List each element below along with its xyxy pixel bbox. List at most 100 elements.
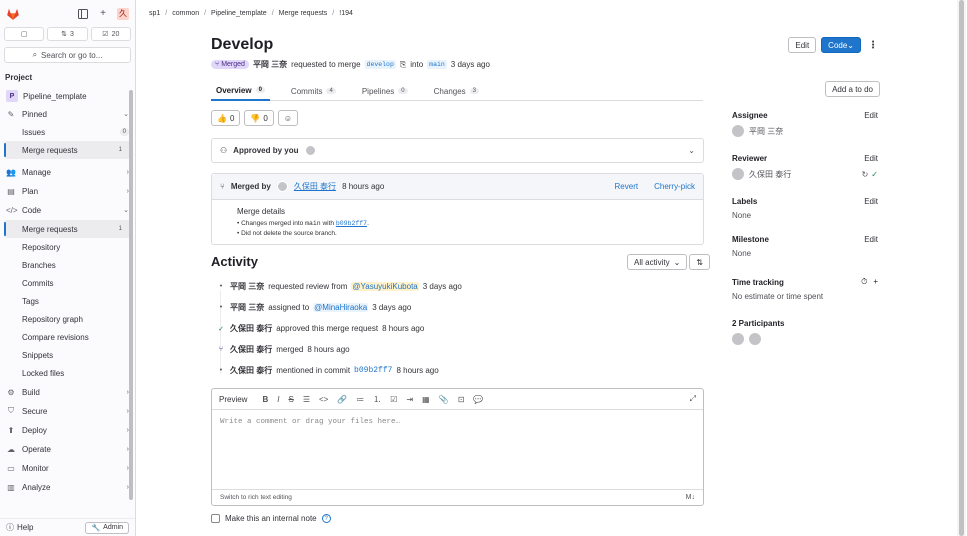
avatar[interactable] (732, 333, 744, 345)
task-list-icon[interactable]: ☑ (390, 395, 397, 404)
breadcrumb-item[interactable]: Merge requests (279, 10, 328, 17)
tab-changes[interactable]: Changes 3 (429, 81, 484, 101)
code-icon[interactable]: <> (319, 395, 328, 404)
activity-user[interactable]: 久保田 泰行 (230, 365, 272, 376)
sidebar-item-manage[interactable]: 👥 Manage › (0, 163, 135, 181)
comment-icon[interactable]: 💬 (473, 395, 483, 404)
thumbs-up-button[interactable]: 👍 0 (211, 110, 241, 126)
sidebar-item-commits[interactable]: Commits (0, 274, 135, 292)
fullscreen-icon[interactable]: ⤢ (690, 394, 696, 404)
breadcrumb-item[interactable]: common (172, 10, 199, 17)
preview-tab[interactable]: Preview (219, 395, 247, 404)
edit-button[interactable]: Edit (788, 37, 817, 53)
add-todo-button[interactable]: Add a to do (825, 81, 880, 97)
rerequest-review-icon[interactable]: ↻ (862, 170, 869, 179)
reviewer-name[interactable]: 久保田 泰行 (749, 169, 791, 180)
activity-user[interactable]: 久保田 泰行 (230, 344, 272, 355)
search-button[interactable]: ⌕ Search or go to... (4, 47, 131, 63)
table-icon[interactable]: ▦ (422, 395, 430, 404)
sidebar-item-compare-revisions[interactable]: Compare revisions (0, 328, 135, 346)
assignee-name[interactable]: 平岡 三奈 (749, 126, 783, 137)
activity-filter-dropdown[interactable]: All activity ⌄ (627, 254, 688, 270)
detail-commit-link[interactable]: b09b2ff7 (336, 220, 367, 227)
assignee-edit-button[interactable]: Edit (864, 111, 878, 120)
sidebar-item-operate[interactable]: ☁ Operate › (0, 440, 135, 458)
add-time-icon[interactable]: + (873, 277, 878, 287)
sidebar-project[interactable]: P Pipeline_template (0, 87, 135, 105)
sidebar-item-code[interactable]: </> Code ⌄ (0, 201, 135, 219)
sidebar-item-monitor[interactable]: ▭ Monitor › (0, 459, 135, 477)
sidebar-scrollbar[interactable] (129, 90, 133, 500)
sidebar-item-deploy[interactable]: ⬆ Deploy › (0, 421, 135, 439)
mr-author[interactable]: 平岡 三奈 (253, 59, 287, 70)
activity-user[interactable]: 久保田 泰行 (230, 323, 272, 334)
comment-textarea[interactable]: Write a comment or drag your files here… (220, 418, 400, 426)
approval-widget[interactable]: ⚇ Approved by you ⌄ (211, 138, 704, 163)
sidebar-item-pinned[interactable]: ✎ Pinned ⌄ (0, 105, 135, 123)
tab-pipelines[interactable]: Pipelines 0 (357, 81, 413, 101)
bold-icon[interactable]: B (262, 395, 268, 404)
commit-link[interactable]: b09b2ff7 (354, 366, 392, 375)
help-button[interactable]: ⓘ Help (6, 522, 33, 533)
indent-icon[interactable]: ⇥ (406, 395, 413, 404)
code-dropdown-button[interactable]: Code ⌄ (821, 37, 861, 53)
sidebar-item-issues[interactable]: Issues 0 (0, 123, 135, 141)
sidebar-item-code-merge-requests[interactable]: Merge requests 1 (4, 220, 131, 238)
numbered-list-icon[interactable]: ⒈ (373, 394, 381, 405)
user-avatar[interactable]: 久 (117, 7, 129, 20)
sidebar-item-branches[interactable]: Branches (0, 256, 135, 274)
user-mention[interactable]: @MinaHiraoka (313, 303, 369, 312)
revert-button[interactable]: Revert (615, 182, 639, 191)
toggle-sidebar-icon[interactable] (77, 8, 89, 20)
activity-user[interactable]: 平岡 三奈 (230, 302, 264, 313)
merged-by-user[interactable]: 久保田 泰行 (294, 181, 336, 192)
switch-editor-link[interactable]: Switch to rich text editing (220, 494, 292, 501)
help-icon[interactable]: ? (321, 514, 331, 523)
sidebar-item-locked-files[interactable]: Locked files (0, 364, 135, 382)
sidebar-item-plan[interactable]: ▤ Plan › (0, 182, 135, 200)
add-reaction-button[interactable]: ☺ (277, 110, 299, 126)
labels-edit-button[interactable]: Edit (864, 197, 878, 206)
sidebar-item-secure[interactable]: ⛉ Secure › (0, 402, 135, 420)
quick-action-icon[interactable]: ⊡ (458, 395, 465, 404)
copy-icon[interactable]: ⎘ (400, 60, 406, 70)
merge-requests-counter[interactable]: ⇅ 3 (47, 27, 88, 41)
sidebar-item-repository-graph[interactable]: Repository graph (0, 310, 135, 328)
avatar[interactable] (749, 333, 761, 345)
tab-commits[interactable]: Commits 4 (286, 81, 341, 101)
activity-user[interactable]: 平岡 三奈 (230, 281, 264, 292)
sidebar-item-analyze[interactable]: ▥ Analyze › (0, 478, 135, 496)
sidebar-item-repository[interactable]: Repository (0, 238, 135, 256)
breadcrumb-item[interactable]: sp1 (149, 10, 160, 17)
stopwatch-icon[interactable]: ⏱ (861, 277, 867, 287)
internal-note-checkbox[interactable] (211, 514, 220, 523)
gitlab-logo-icon[interactable] (6, 7, 20, 21)
reviewer-edit-button[interactable]: Edit (864, 154, 878, 163)
cherry-pick-button[interactable]: Cherry-pick (654, 182, 695, 191)
breadcrumb-item[interactable]: Pipeline_template (211, 10, 267, 17)
todos-counter[interactable]: ☑ 20 (90, 27, 131, 41)
sidebar-item-pinned-merge-requests[interactable]: Merge requests 1 (4, 141, 131, 159)
scrollbar-thumb[interactable] (959, 0, 964, 536)
milestone-edit-button[interactable]: Edit (864, 235, 878, 244)
thumbs-down-button[interactable]: 👎 0 (244, 110, 274, 126)
page-scrollbar[interactable] (957, 0, 966, 536)
tab-overview[interactable]: Overview 0 (211, 81, 270, 101)
target-branch[interactable]: main (427, 60, 447, 69)
heading-icon[interactable]: ☰ (303, 395, 310, 404)
sidebar-item-build[interactable]: ⚙ Build › (0, 383, 135, 401)
user-mention[interactable]: @YasuyukiKubota (351, 282, 419, 291)
link-icon[interactable]: 🔗 (337, 395, 347, 404)
more-actions-icon[interactable]: ⋮ (866, 37, 880, 53)
issues-counter[interactable]: ▢ (4, 27, 45, 41)
sort-order-button[interactable]: ⇅ (689, 254, 710, 270)
sidebar-item-tags[interactable]: Tags (0, 292, 135, 310)
admin-button[interactable]: 🔧 Admin (85, 521, 129, 534)
source-branch[interactable]: develop (364, 60, 396, 69)
sidebar-item-snippets[interactable]: Snippets (0, 346, 135, 364)
chevron-down-icon[interactable]: ⌄ (688, 146, 695, 155)
attach-icon[interactable]: 📎 (439, 395, 449, 404)
italic-icon[interactable]: I (277, 395, 279, 404)
bullet-list-icon[interactable]: ≔ (356, 395, 364, 404)
breadcrumb-item[interactable]: !194 (339, 10, 353, 17)
